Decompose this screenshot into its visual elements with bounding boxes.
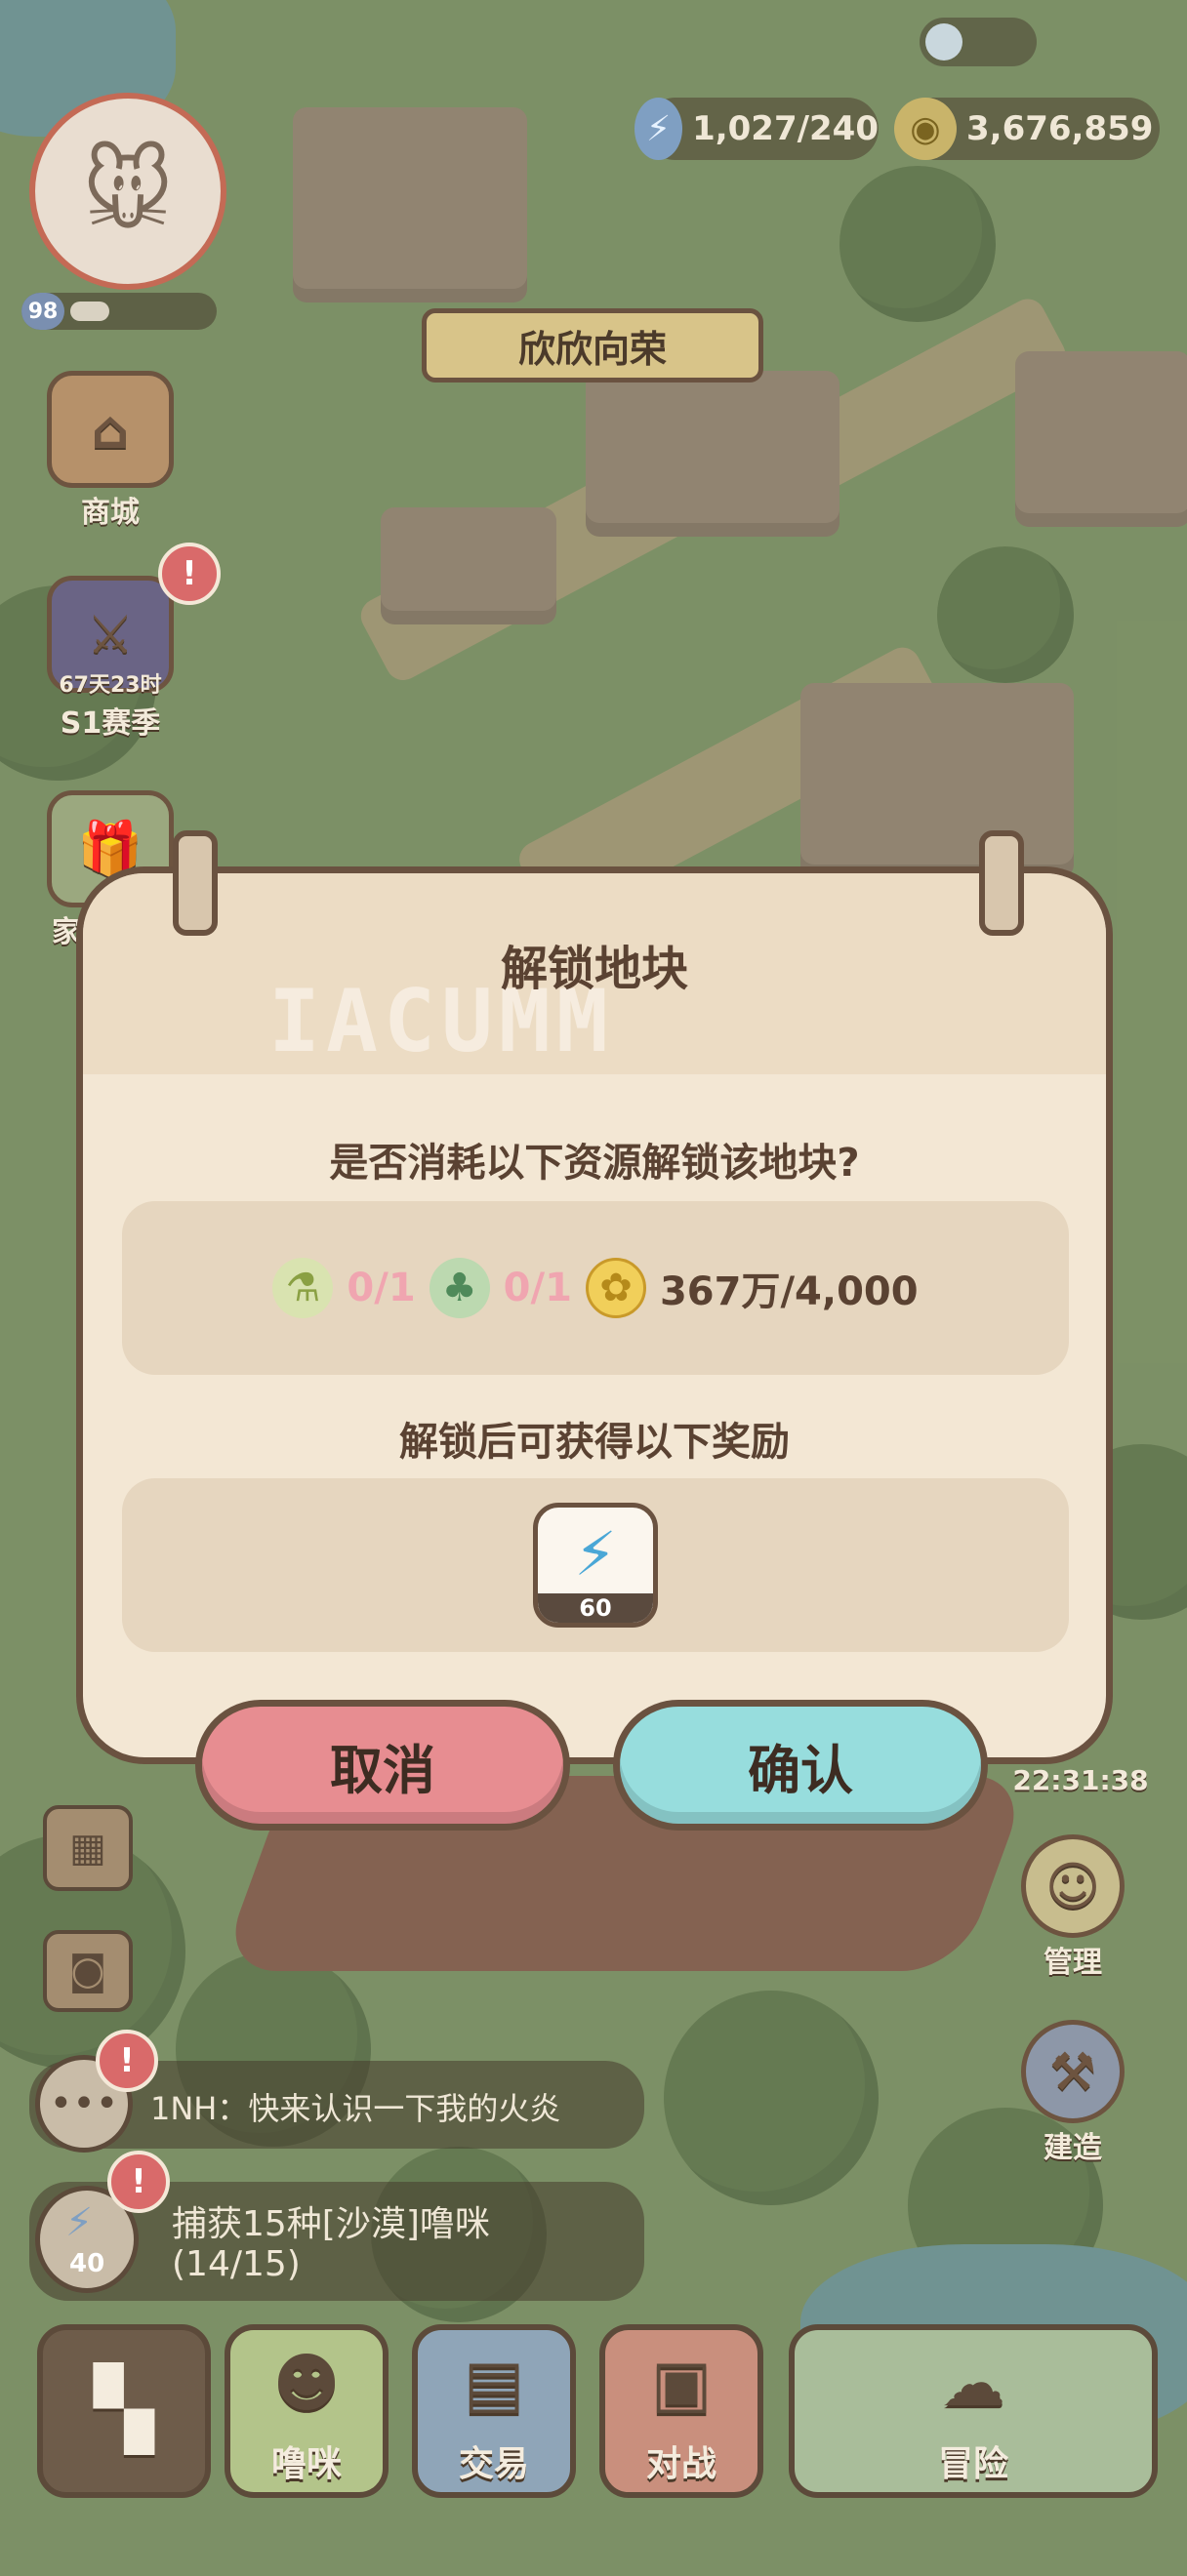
vending-machine-icon: ▤ [463,2345,525,2421]
nav-trade-label: 交易 [458,2444,529,2484]
reward-count: 60 [538,1593,653,1623]
dialog-binder-ring [979,830,1024,936]
energy-value: 1,027/240 [692,109,879,148]
confirm-label: 确认 [748,1739,853,1801]
reward-list: ⚡ 60 [122,1478,1069,1652]
frog-lantern-icon: ♣ [429,1258,490,1318]
shop-icon: ⌂ [47,371,174,488]
nav-lumi-label: 噜咪 [270,2444,342,2484]
cancel-button[interactable]: 取消 [195,1700,570,1831]
cost-lantern-amount: 0/1 [503,1266,572,1310]
player-avatar[interactable]: 🐭 [29,93,226,290]
area-prosperity-banner[interactable]: 欣欣向荣 [422,308,763,382]
adventure-creature-icon: ☁ [941,2345,1005,2421]
nav-battle-button[interactable]: ▣ 对战 [599,2324,763,2498]
manage-label: 管理 [1044,1946,1102,1980]
clock-icon [925,23,962,60]
map-scroll-button[interactable]: ▦ [43,1805,133,1891]
shop-label: 商城 [81,496,140,530]
quest-reward-count: 40 [69,2249,105,2278]
season-label: S1赛季 [60,706,161,741]
energy-bolt-icon: ⚡ [634,98,683,160]
camera-button[interactable]: ◙ [43,1930,133,2012]
energy-bolt-icon: ⚡ [65,2200,94,2245]
menu-grid-button[interactable]: ▚ [37,2324,211,2498]
nav-adventure-label: 冒险 [937,2444,1008,2484]
quest-alert-badge: ! [107,2151,170,2213]
nav-battle-label: 对战 [645,2444,716,2484]
gold-coin-icon: ✿ [585,1258,646,1318]
coin-value: 3,676,859 [966,109,1154,148]
grid-menu-icon: ▚ [94,2362,154,2454]
level-progress-bar: 98 [21,293,217,330]
weather-clock-widget[interactable] [920,18,1037,66]
reward-item[interactable]: ⚡ 60 [533,1503,658,1628]
battle-cards-icon: ▣ [650,2345,713,2421]
cost-list: ⚗ 0/1 ♣ 0/1 ✿ 367万/4,000 [122,1201,1069,1375]
map-icon: ▦ [69,1826,106,1871]
nav-trade-button[interactable]: ▤ 交易 [412,2324,576,2498]
level-badge: 98 [21,293,64,330]
level-progress-fill [70,302,109,321]
quest-title: 捕获15种[沙漠]噜咪 [172,2204,490,2244]
hammer-icon: ⚒ [1021,2020,1125,2123]
cost-coin-amount: 367万/4,000 [659,1269,919,1314]
quest-progress: (14/15) [172,2244,301,2284]
dialog-binder-ring [173,830,218,936]
potion-bottle-icon: ⚗ [272,1258,334,1318]
nav-adventure-button[interactable]: ☁ 冒险 [789,2324,1158,2498]
dialog-question: 是否消耗以下资源解锁该地块? [329,1141,860,1186]
chat-message: 1NH：快来认识一下我的火炎 [150,2090,561,2127]
energy-counter[interactable]: ⚡ 1,027/240 [634,98,879,160]
dialog-header: IACUMM 解锁地块 [83,873,1106,1074]
dialog-title: 解锁地块 [500,942,688,996]
nav-lumi-button[interactable]: ☻ 噜咪 [225,2324,389,2498]
reward-title: 解锁后可获得以下奖励 [399,1420,790,1465]
confirm-button[interactable]: 确认 [613,1700,988,1831]
cancel-label: 取消 [330,1739,435,1801]
build-button[interactable]: ⚒ 建造 [1000,2020,1146,2166]
unlock-plot-dialog: IACUMM 解锁地块 是否消耗以下资源解锁该地块? ⚗ 0/1 ♣ 0/1 ✿… [76,830,1113,1764]
event-timer: 22:31:38 [1012,1764,1149,1796]
lumi-creature-icon: ☻ [272,2345,341,2421]
season-button[interactable]: ⚔ 67天23时 S1赛季 [37,576,184,742]
coin-counter[interactable]: ◉ 3,676,859 [894,98,1160,160]
chat-alert-badge: ! [96,2030,158,2092]
manage-robot-icon: ☺ [1021,1834,1125,1938]
build-label: 建造 [1044,2131,1102,2165]
area-banner-label: 欣欣向荣 [517,327,667,371]
season-alert-badge: ! [158,543,221,605]
manage-button[interactable]: ☺ 管理 [1000,1834,1146,1981]
cost-potion-amount: 0/1 [347,1266,416,1310]
shop-button[interactable]: ⌂ 商城 [37,371,184,531]
season-timer: 67天23时 [59,673,162,698]
gold-coin-icon: ◉ [894,98,957,160]
camera-icon: ◙ [68,1949,107,1993]
energy-bolt-icon: ⚡ [574,1517,617,1590]
